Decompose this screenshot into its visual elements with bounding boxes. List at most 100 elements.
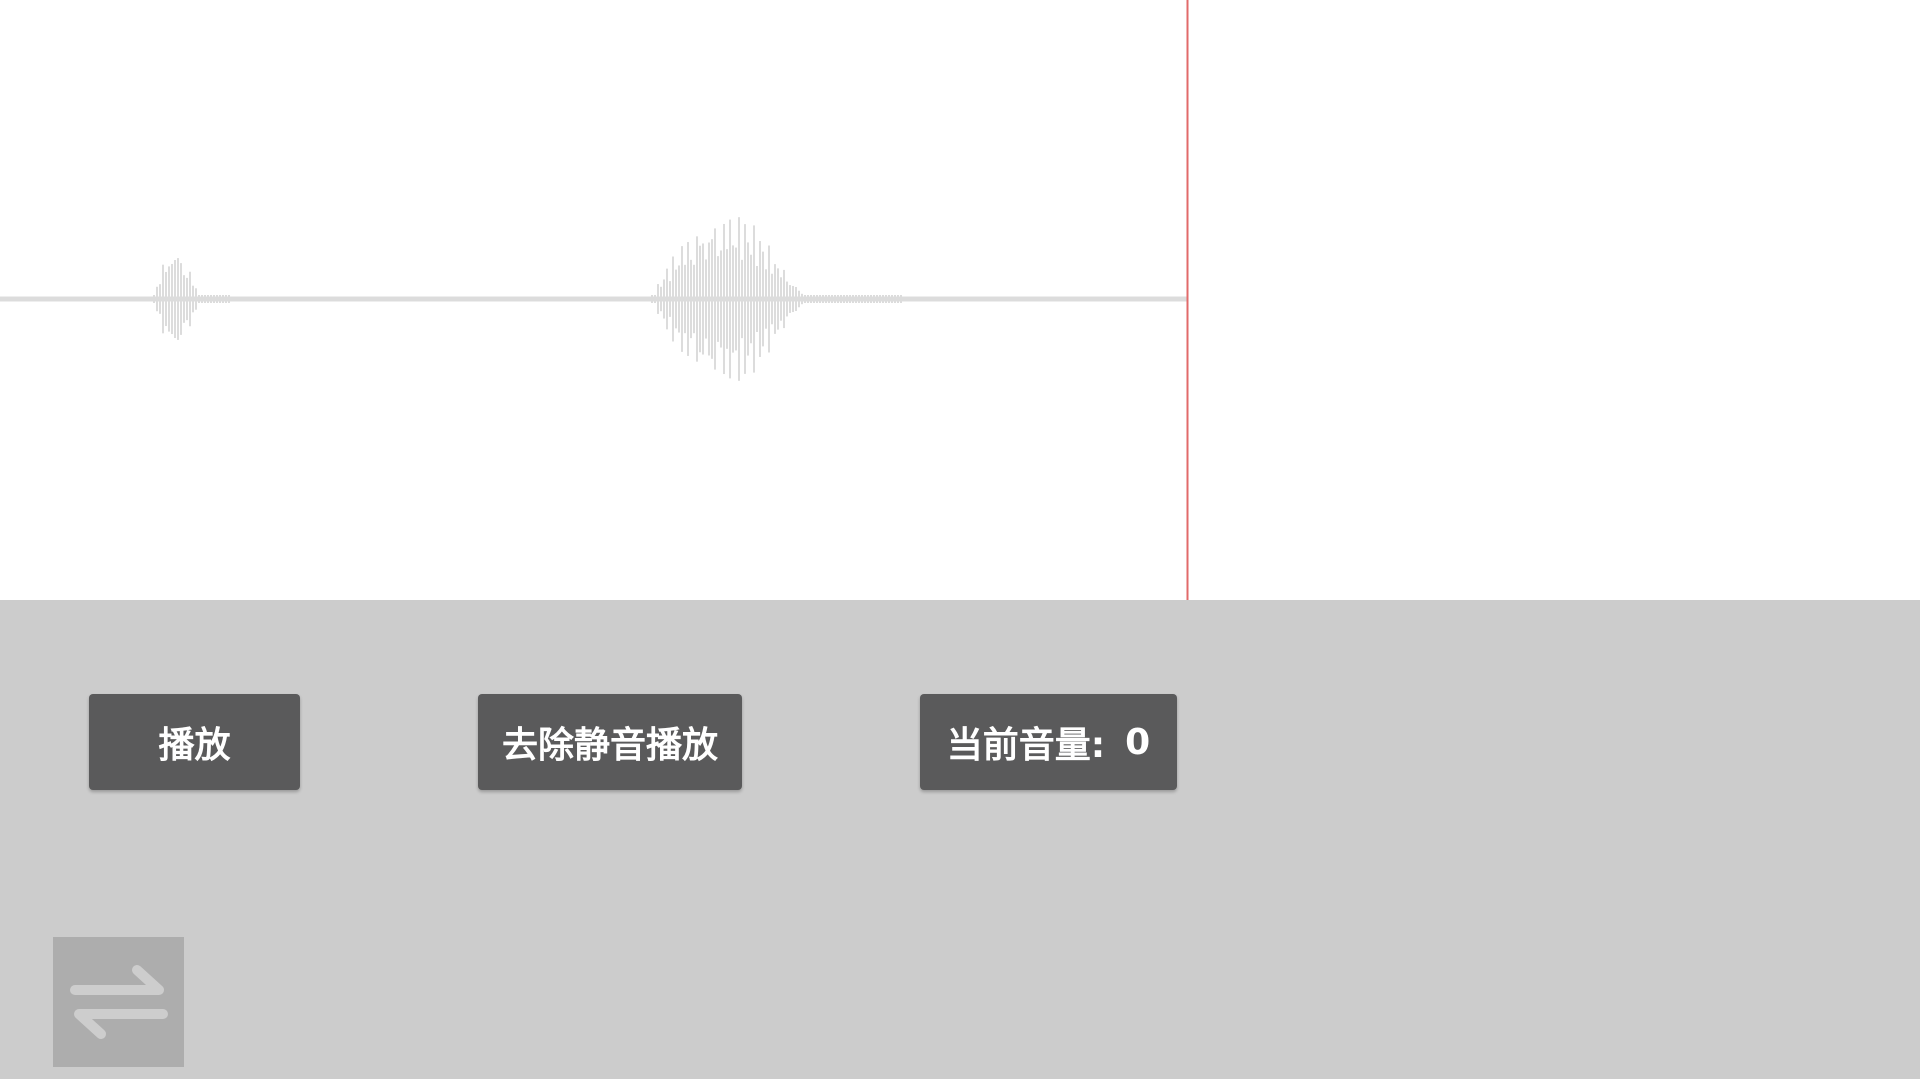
waveform-bar [222, 295, 224, 303]
waveform-bar [819, 295, 821, 303]
switch-button[interactable] [53, 937, 184, 1067]
waveform-bar [735, 247, 737, 351]
waveform-bar [741, 259, 743, 339]
waveform-bar [804, 295, 806, 303]
waveform-bar [738, 217, 740, 381]
waveform-bar [681, 246, 683, 352]
waveform-bar [888, 295, 890, 303]
waveform-bar [198, 295, 200, 303]
waveform-bar [684, 264, 686, 334]
waveform-bar [753, 225, 755, 373]
waveform-bar [213, 295, 215, 303]
waveform-bar [714, 228, 716, 370]
waveform-bar [840, 295, 842, 303]
waveform-bar [855, 295, 857, 303]
waveform-bar [711, 239, 713, 359]
waveform-bar [843, 295, 845, 303]
waveform-bar [672, 256, 674, 342]
waveform-bar [663, 279, 665, 319]
waveform-bar [702, 243, 704, 355]
waveform-bar [174, 260, 176, 338]
waveform-bar [189, 271, 191, 327]
waveform-bar [849, 295, 851, 303]
waveform-bar [870, 295, 872, 303]
waveform-bar [696, 236, 698, 362]
waveform-bar [795, 286, 797, 312]
waveform-bar [732, 245, 734, 353]
waveform-bar [717, 256, 719, 342]
play-trimmed-button[interactable]: 去除静音播放 [478, 694, 742, 790]
waveform-bar [729, 219, 731, 379]
waveform-panel[interactable] [0, 0, 1920, 600]
waveform-bar [165, 271, 167, 327]
waveform-bar [192, 285, 194, 313]
waveform-bar [177, 258, 179, 340]
waveform-bar [858, 295, 860, 303]
waveform-bar [195, 288, 197, 310]
waveform-bar [171, 263, 173, 335]
waveform-bar [153, 295, 155, 303]
waveform-bar [822, 295, 824, 303]
waveform-bar [828, 295, 830, 303]
waveform-bar [837, 295, 839, 303]
waveform-bar [699, 245, 701, 353]
waveform-bar [867, 295, 869, 303]
waveform-bar [216, 295, 218, 303]
waveform-bar [891, 295, 893, 303]
waveform-bar [765, 269, 767, 329]
play-trimmed-button-label: 去除静音播放 [501, 725, 718, 766]
waveform-bar [852, 295, 854, 303]
waveform-bar [756, 266, 758, 332]
waveform-bar [846, 295, 848, 303]
waveform-bar [651, 295, 653, 303]
waveform-bar [660, 286, 662, 312]
waveform-bar [669, 281, 671, 317]
waveform-bar [759, 241, 761, 357]
waveform-bar [831, 295, 833, 303]
waveform-bar [801, 293, 803, 305]
waveform-bar [864, 295, 866, 303]
waveform-bar [798, 290, 800, 308]
waveform-bar [810, 295, 812, 303]
waveform-bar [168, 266, 170, 332]
waveform-bar [228, 295, 230, 303]
waveform-bar [786, 281, 788, 317]
waveform-bar [654, 294, 656, 304]
waveform-bar [693, 264, 695, 334]
volume-display: 当前音量: 0 [920, 694, 1177, 790]
waveform-bar [657, 284, 659, 314]
waveform-bar [180, 263, 182, 335]
waveform-bar [201, 295, 203, 303]
waveform-bar [225, 295, 227, 303]
play-button[interactable]: 播放 [89, 694, 300, 790]
waveform-bar [813, 295, 815, 303]
waveform-bar [774, 264, 776, 334]
waveform-bar [789, 285, 791, 313]
waveform-bar [897, 295, 899, 303]
waveform-bar [219, 295, 221, 303]
waveform-bar [210, 295, 212, 303]
waveform-bar [687, 242, 689, 356]
waveform-bar [894, 295, 896, 303]
waveform-bar [900, 295, 902, 303]
waveform-bar [780, 277, 782, 321]
waveform-bar [885, 295, 887, 303]
swap-arrows-icon [69, 965, 168, 1039]
waveform-bar [882, 295, 884, 303]
waveform-bar [834, 295, 836, 303]
waveform-bar [873, 295, 875, 303]
waveform-bar [723, 223, 725, 375]
volume-label: 当前音量: [946, 725, 1106, 766]
waveform-bar [861, 295, 863, 303]
waveform-bar [816, 295, 818, 303]
volume-value: 0 [1125, 721, 1151, 763]
controls-panel: 播放 去除静音播放 当前音量: 0 [0, 600, 1920, 1080]
waveform-bar [708, 242, 710, 356]
waveform-bar [792, 285, 794, 313]
waveform-bar [825, 295, 827, 303]
waveform-canvas[interactable] [0, 0, 1920, 600]
waveform-bar [744, 224, 746, 374]
waveform-bar [720, 250, 722, 348]
waveform-bar [876, 295, 878, 303]
waveform-bar [156, 286, 158, 312]
